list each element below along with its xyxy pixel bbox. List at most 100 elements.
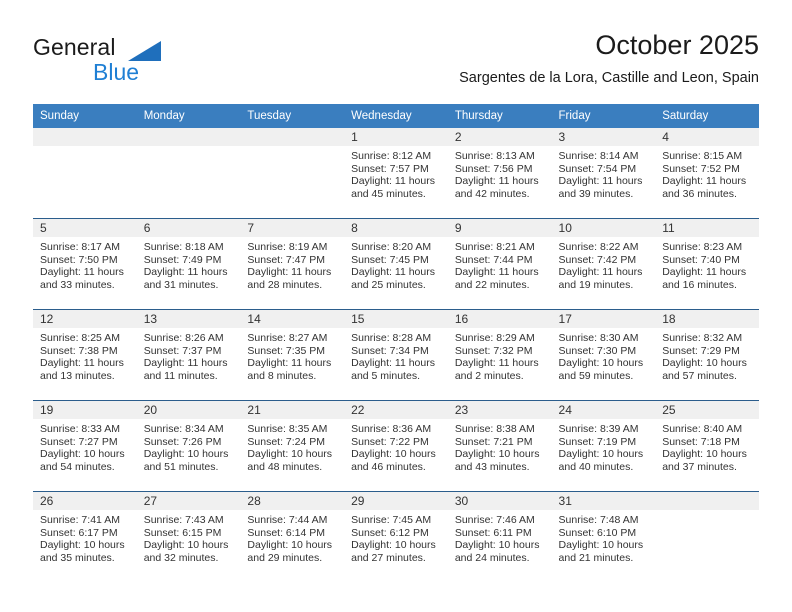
calendar-cell: 1 Sunrise: 8:12 AM Sunset: 7:57 PM Daylight… <box>344 128 448 219</box>
weekday-header-sunday: Sunday <box>33 104 137 128</box>
day-cell[interactable]: 5 Sunrise: 8:17 AM Sunset: 7:50 PM Daylight… <box>33 219 137 309</box>
day-cell[interactable]: 10 Sunrise: 8:22 AM Sunset: 7:42 PM Dayligh… <box>551 219 656 309</box>
day-cell[interactable]: 9 Sunrise: 8:21 AM Sunset: 7:44 PM Daylight… <box>447 219 552 309</box>
day-sun-info: Sunrise: 8:38 AM Sunset: 7:21 PM Daylight:… <box>448 419 552 473</box>
calendar-cell: 3 Sunrise: 8:14 AM Sunset: 7:54 PM Daylight… <box>551 128 656 219</box>
sunrise-text: Sunrise: 8:30 AM <box>558 332 639 344</box>
sunrise-text: Sunrise: 8:22 AM <box>558 241 639 253</box>
day-sun-info: Sunrise: 8:29 AM Sunset: 7:32 PM Daylight:… <box>448 328 552 382</box>
calendar-cell <box>240 128 345 219</box>
sunset-text: Sunset: 7:38 PM <box>40 344 118 357</box>
sunset-text: Sunset: 6:10 PM <box>558 526 637 539</box>
sunrise-text: Sunrise: 8:29 AM <box>454 332 535 344</box>
sunrise-text: Sunrise: 7:44 AM <box>247 514 328 526</box>
day-cell[interactable]: 20 Sunrise: 8:34 AM Sunset: 7:26 PM Dayligh… <box>136 401 241 491</box>
sunrise-text: Sunrise: 8:34 AM <box>143 423 224 435</box>
day-cell[interactable]: 19 Sunrise: 8:33 AM Sunset: 7:27 PM Dayligh… <box>33 401 137 491</box>
sunset-text: Sunset: 7:21 PM <box>454 435 533 448</box>
day-number: 15 <box>344 310 448 328</box>
day-number: 9 <box>447 219 552 237</box>
day-cell[interactable]: 2 Sunrise: 8:13 AM Sunset: 7:56 PM Daylight… <box>447 128 552 218</box>
day-sun-info: Sunrise: 8:40 AM Sunset: 7:18 PM Daylight:… <box>655 419 759 473</box>
sunset-text: Sunset: 7:26 PM <box>143 435 222 448</box>
sunset-text: Sunset: 7:35 PM <box>247 344 326 357</box>
day-sun-info: Sunrise: 8:27 AM Sunset: 7:35 PM Daylight:… <box>240 328 344 382</box>
sunrise-text: Sunrise: 8:23 AM <box>662 241 743 253</box>
day-number: 7 <box>240 219 345 237</box>
day-number: 12 <box>33 310 137 328</box>
day-cell[interactable]: 26 Sunrise: 7:41 AM Sunset: 6:17 PM Dayligh… <box>33 492 137 582</box>
day-cell[interactable]: 8 Sunrise: 8:20 AM Sunset: 7:45 PM Daylight… <box>344 219 448 309</box>
sunrise-text: Sunrise: 8:13 AM <box>454 150 535 162</box>
day-cell[interactable]: 14 Sunrise: 8:27 AM Sunset: 7:35 PM Dayligh… <box>240 310 345 400</box>
daylight-text: Daylight: 10 hours and 32 minutes. <box>143 539 229 564</box>
sunrise-text: Sunrise: 8:17 AM <box>40 241 120 253</box>
day-cell[interactable]: 21 Sunrise: 8:35 AM Sunset: 7:24 PM Dayligh… <box>240 401 345 491</box>
day-cell[interactable]: 1 Sunrise: 8:12 AM Sunset: 7:57 PM Daylight… <box>344 128 448 218</box>
day-cell[interactable]: 25 Sunrise: 8:40 AM Sunset: 7:18 PM Dayligh… <box>655 401 759 491</box>
sunset-text: Sunset: 7:56 PM <box>454 162 533 175</box>
day-number: 20 <box>136 401 241 419</box>
daylight-text: Daylight: 11 hours and 8 minutes. <box>247 357 332 382</box>
sunset-text: Sunset: 7:29 PM <box>662 344 740 357</box>
day-cell[interactable]: 7 Sunrise: 8:19 AM Sunset: 7:47 PM Daylight… <box>240 219 345 309</box>
day-number: 31 <box>551 492 656 510</box>
sunset-text: Sunset: 7:34 PM <box>351 344 429 357</box>
day-cell[interactable]: 17 Sunrise: 8:30 AM Sunset: 7:30 PM Dayligh… <box>551 310 656 400</box>
sunrise-text: Sunrise: 8:35 AM <box>247 423 328 435</box>
calendar-cell: 14 Sunrise: 8:27 AM Sunset: 7:35 PM Dayligh… <box>240 309 345 401</box>
day-sun-info: Sunrise: 8:18 AM Sunset: 7:49 PM Daylight:… <box>137 237 241 291</box>
day-cell[interactable]: 27 Sunrise: 7:43 AM Sunset: 6:15 PM Dayligh… <box>136 492 241 582</box>
day-number: 26 <box>33 492 137 510</box>
day-number: 21 <box>240 401 345 419</box>
day-cell[interactable]: 12 Sunrise: 8:25 AM Sunset: 7:38 PM Dayligh… <box>33 310 137 400</box>
day-cell[interactable]: 4 Sunrise: 8:15 AM Sunset: 7:52 PM Daylight… <box>655 128 759 218</box>
day-number: 14 <box>240 310 345 328</box>
sunrise-text: Sunrise: 7:43 AM <box>143 514 224 526</box>
day-cell[interactable]: 15 Sunrise: 8:28 AM Sunset: 7:34 PM Dayligh… <box>344 310 448 400</box>
day-sun-info: Sunrise: 8:34 AM Sunset: 7:26 PM Daylight:… <box>137 419 241 473</box>
sunset-text: Sunset: 7:37 PM <box>143 344 222 357</box>
daylight-text: Daylight: 10 hours and 57 minutes. <box>662 357 747 382</box>
day-cell[interactable]: 24 Sunrise: 8:39 AM Sunset: 7:19 PM Dayligh… <box>551 401 656 491</box>
calendar-cell <box>655 491 759 582</box>
day-number <box>136 128 241 146</box>
calendar-cell: 4 Sunrise: 8:15 AM Sunset: 7:52 PM Daylight… <box>655 128 759 219</box>
day-cell[interactable]: 29 Sunrise: 7:45 AM Sunset: 6:12 PM Dayligh… <box>344 492 448 582</box>
day-cell[interactable]: 30 Sunrise: 7:46 AM Sunset: 6:11 PM Dayligh… <box>447 492 552 582</box>
day-cell[interactable]: 16 Sunrise: 8:29 AM Sunset: 7:32 PM Dayligh… <box>447 310 552 400</box>
sunset-text: Sunset: 7:32 PM <box>454 344 533 357</box>
daylight-text: Daylight: 10 hours and 21 minutes. <box>558 539 644 564</box>
day-cell[interactable]: 22 Sunrise: 8:36 AM Sunset: 7:22 PM Dayligh… <box>344 401 448 491</box>
day-sun-info: Sunrise: 7:44 AM Sunset: 6:14 PM Daylight:… <box>240 510 344 564</box>
calendar-cell: 28 Sunrise: 7:44 AM Sunset: 6:14 PM Dayligh… <box>240 491 345 582</box>
day-cell[interactable]: 31 Sunrise: 7:48 AM Sunset: 6:10 PM Dayligh… <box>551 492 656 582</box>
day-number <box>240 128 345 146</box>
page-header: General Blue October 2025 Sargentes de l… <box>33 28 759 96</box>
day-cell[interactable]: 28 Sunrise: 7:44 AM Sunset: 6:14 PM Dayligh… <box>240 492 345 582</box>
day-cell[interactable]: 11 Sunrise: 8:23 AM Sunset: 7:40 PM Dayligh… <box>655 219 759 309</box>
calendar-cell: 21 Sunrise: 8:35 AM Sunset: 7:24 PM Dayligh… <box>240 400 345 492</box>
calendar-cell: 2 Sunrise: 8:13 AM Sunset: 7:56 PM Daylight… <box>447 128 552 219</box>
day-sun-info: Sunrise: 8:33 AM Sunset: 7:27 PM Daylight:… <box>33 419 137 473</box>
day-number: 17 <box>551 310 656 328</box>
sunrise-text: Sunrise: 7:46 AM <box>454 514 535 526</box>
calendar-week-row: 19 Sunrise: 8:33 AM Sunset: 7:27 PM Dayligh… <box>33 400 759 492</box>
sunset-text: Sunset: 6:14 PM <box>247 526 326 539</box>
general-blue-logo[interactable]: General Blue <box>33 34 233 90</box>
day-cell[interactable]: 13 Sunrise: 8:26 AM Sunset: 7:37 PM Dayligh… <box>136 310 241 400</box>
sunrise-text: Sunrise: 8:32 AM <box>662 332 743 344</box>
day-cell[interactable]: 6 Sunrise: 8:18 AM Sunset: 7:49 PM Daylight… <box>136 219 241 309</box>
calendar-header-row: Sunday Monday Tuesday Wednesday Thursday Frid… <box>33 104 759 128</box>
logo-text-general: General <box>33 34 116 60</box>
day-cell[interactable]: 3 Sunrise: 8:14 AM Sunset: 7:54 PM Daylight… <box>551 128 656 218</box>
sunrise-text: Sunrise: 8:33 AM <box>40 423 120 435</box>
calendar-cell: 9 Sunrise: 8:21 AM Sunset: 7:44 PM Daylight… <box>447 218 552 310</box>
day-cell[interactable]: 23 Sunrise: 8:38 AM Sunset: 7:21 PM Dayligh… <box>447 401 552 491</box>
calendar-cell: 31 Sunrise: 7:48 AM Sunset: 6:10 PM Dayligh… <box>551 491 656 582</box>
calendar-cell: 25 Sunrise: 8:40 AM Sunset: 7:18 PM Dayligh… <box>655 400 759 492</box>
daylight-text: Daylight: 11 hours and 31 minutes. <box>143 266 228 291</box>
sunset-text: Sunset: 7:45 PM <box>351 253 429 266</box>
day-cell[interactable]: 18 Sunrise: 8:32 AM Sunset: 7:29 PM Dayligh… <box>655 310 759 400</box>
daylight-text: Daylight: 11 hours and 28 minutes. <box>247 266 332 291</box>
